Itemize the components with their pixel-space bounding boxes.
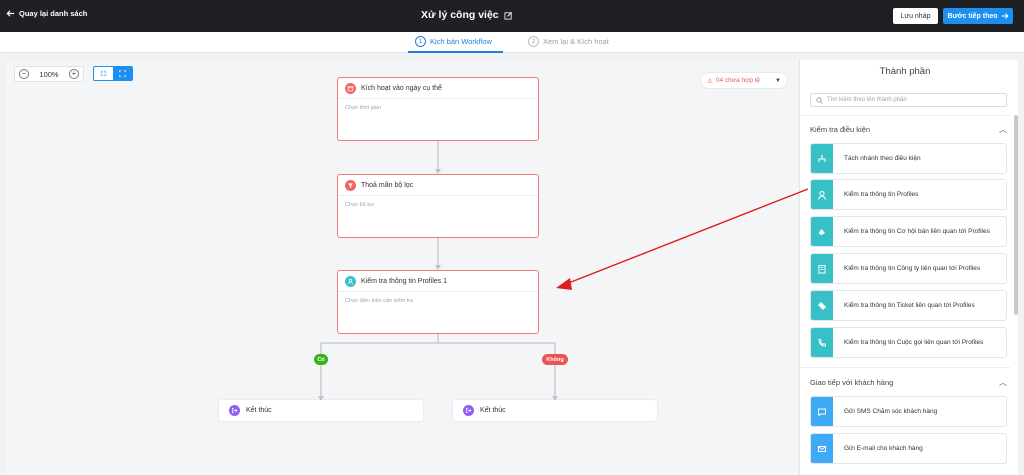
- step-number: 2: [528, 36, 539, 47]
- fit-view-button[interactable]: [94, 67, 113, 80]
- collapse-icon: [100, 70, 107, 77]
- caret-down-icon: ▼: [775, 77, 781, 84]
- exit-icon: [463, 405, 474, 416]
- node-subtitle: Chọn bộ lọc: [345, 202, 375, 208]
- panel-title: Thành phần: [879, 66, 931, 77]
- company-icon: [811, 254, 833, 283]
- node-title: Kiểm tra thông tin Profiles 1: [361, 277, 447, 285]
- component-company[interactable]: Kiểm tra thông tin Công ty liên quan tới…: [810, 253, 1007, 284]
- components-panel: Thành phần Tìm kiếm theo tên thành phần …: [799, 60, 1018, 475]
- search-icon: [816, 96, 823, 104]
- tab-label: Kịch bản Workflow: [430, 37, 492, 46]
- branch-no-badge: Không: [542, 354, 568, 365]
- component-search-input[interactable]: Tìm kiếm theo tên thành phần: [810, 93, 1007, 107]
- end-node-right[interactable]: Kết thúc: [453, 400, 657, 421]
- component-sms[interactable]: Gửi SMS Chăm sóc khách hàng: [810, 396, 1007, 427]
- filter-icon: [345, 179, 356, 191]
- view-toggle: [93, 66, 133, 81]
- save-draft-button[interactable]: Lưu nháp: [893, 8, 938, 24]
- zoom-level: 100%: [39, 69, 59, 79]
- component-label: Gửi SMS Chăm sóc khách hàng: [844, 408, 938, 415]
- end-label: Kết thúc: [480, 407, 506, 414]
- component-label: Kiểm tra thông tin Ticket liên quan tới …: [844, 302, 975, 309]
- opportunity-icon: [811, 217, 833, 246]
- zoom-control: − 100% +: [14, 66, 84, 82]
- page-title: Xử lý công việc: [421, 9, 499, 21]
- chevron-up-icon: ︿: [999, 378, 1007, 387]
- edit-icon[interactable]: [504, 11, 513, 20]
- component-label: Kiểm tra thông tin Profiles: [844, 191, 919, 198]
- panel-scrollbar[interactable]: [1014, 115, 1018, 315]
- calendar-icon: [345, 82, 356, 94]
- tab-label: Xem lại & Kích hoạt: [543, 37, 609, 46]
- node-subtitle: Chọn thời gian: [345, 105, 382, 111]
- ticket-icon: [811, 291, 833, 320]
- zoom-out-button[interactable]: −: [19, 69, 29, 79]
- step-number: 1: [415, 36, 426, 47]
- section-title: Giao tiếp với khách hàng: [810, 378, 894, 387]
- section-condition-header[interactable]: Kiểm tra điều kiện ︿: [810, 124, 1007, 135]
- component-call[interactable]: Kiểm tra thông tin Cuộc gọi liên quan tớ…: [810, 327, 1007, 358]
- arrow-left-icon: [6, 10, 15, 17]
- back-label: Quay lại danh sách: [19, 9, 88, 18]
- component-ticket[interactable]: Kiểm tra thông tin Ticket liên quan tới …: [810, 290, 1007, 321]
- invalid-status-dropdown[interactable]: ⚠ 04 chưa hợp lệ ▼: [700, 72, 788, 89]
- sms-icon: [811, 397, 833, 426]
- tab-workflow[interactable]: 1 Kịch bản Workflow: [415, 36, 492, 47]
- end-label: Kết thúc: [246, 407, 272, 414]
- component-branch[interactable]: Tách nhánh theo điều kiện: [810, 143, 1007, 174]
- page-title-group: Xử lý công việc: [421, 9, 513, 21]
- component-label: Tách nhánh theo điều kiện: [844, 155, 921, 162]
- component-opportunity[interactable]: Kiểm tra thông tin Cơ hội bán liên quan …: [810, 216, 1007, 247]
- node-title: Thoả mãn bộ lọc: [361, 181, 414, 189]
- tab-review[interactable]: 2 Xem lại & Kích hoạt: [528, 36, 609, 47]
- fullscreen-button[interactable]: [113, 67, 132, 80]
- end-node-left[interactable]: Kết thúc: [219, 400, 423, 421]
- active-tab-indicator: [408, 51, 503, 53]
- trigger-node[interactable]: Kích hoạt vào ngày cụ thể Chọn thời gian: [337, 77, 539, 141]
- filter-node[interactable]: Thoả mãn bộ lọc Chọn bộ lọc: [337, 174, 539, 238]
- invalid-label: 04 chưa hợp lệ: [715, 77, 760, 84]
- email-icon: [811, 434, 833, 463]
- step-tabs: 1 Kịch bản Workflow 2 Xem lại & Kích hoạ…: [0, 32, 1024, 53]
- divider: [800, 115, 1010, 116]
- branch-yes-badge: Có: [314, 354, 328, 365]
- component-label: Kiểm tra thông tin Cuộc gọi liên quan tớ…: [844, 339, 984, 346]
- warning-icon: ⚠: [707, 77, 713, 85]
- component-profiles[interactable]: Kiểm tra thông tin Profiles: [810, 179, 1007, 210]
- expand-icon: [119, 70, 126, 77]
- divider: [800, 367, 1010, 368]
- back-button[interactable]: Quay lại danh sách: [6, 9, 87, 18]
- node-subtitle: Chọn điều kiện cần kiểm tra: [345, 298, 414, 304]
- component-email[interactable]: Gửi E-mail cho khách hàng: [810, 433, 1007, 464]
- phone-icon: [811, 328, 833, 357]
- profiles-icon: [345, 275, 356, 287]
- user-icon: [811, 180, 833, 209]
- section-title: Kiểm tra điều kiện: [810, 125, 871, 134]
- next-step-button[interactable]: Bước tiếp theo: [943, 8, 1013, 24]
- chevron-up-icon: ︿: [999, 125, 1007, 134]
- top-bar: Quay lại danh sách Xử lý công việc Lưu n…: [0, 0, 1024, 32]
- section-communication-header[interactable]: Giao tiếp với khách hàng ︿: [810, 377, 1007, 388]
- exit-icon: [229, 405, 240, 416]
- component-label: Gửi E-mail cho khách hàng: [844, 445, 923, 452]
- profiles-check-node[interactable]: Kiểm tra thông tin Profiles 1 Chọn điều …: [337, 270, 539, 334]
- node-title: Kích hoạt vào ngày cụ thể: [361, 84, 442, 92]
- search-placeholder: Tìm kiếm theo tên thành phần: [827, 97, 907, 103]
- next-step-label: Bước tiếp theo: [947, 12, 998, 20]
- arrow-right-icon: [1001, 13, 1009, 19]
- component-label: Kiểm tra thông tin Cơ hội bán liên quan …: [844, 228, 990, 235]
- component-label: Kiểm tra thông tin Công ty liên quan tới…: [844, 265, 981, 272]
- branch-icon: [811, 144, 833, 173]
- zoom-in-button[interactable]: +: [69, 69, 79, 79]
